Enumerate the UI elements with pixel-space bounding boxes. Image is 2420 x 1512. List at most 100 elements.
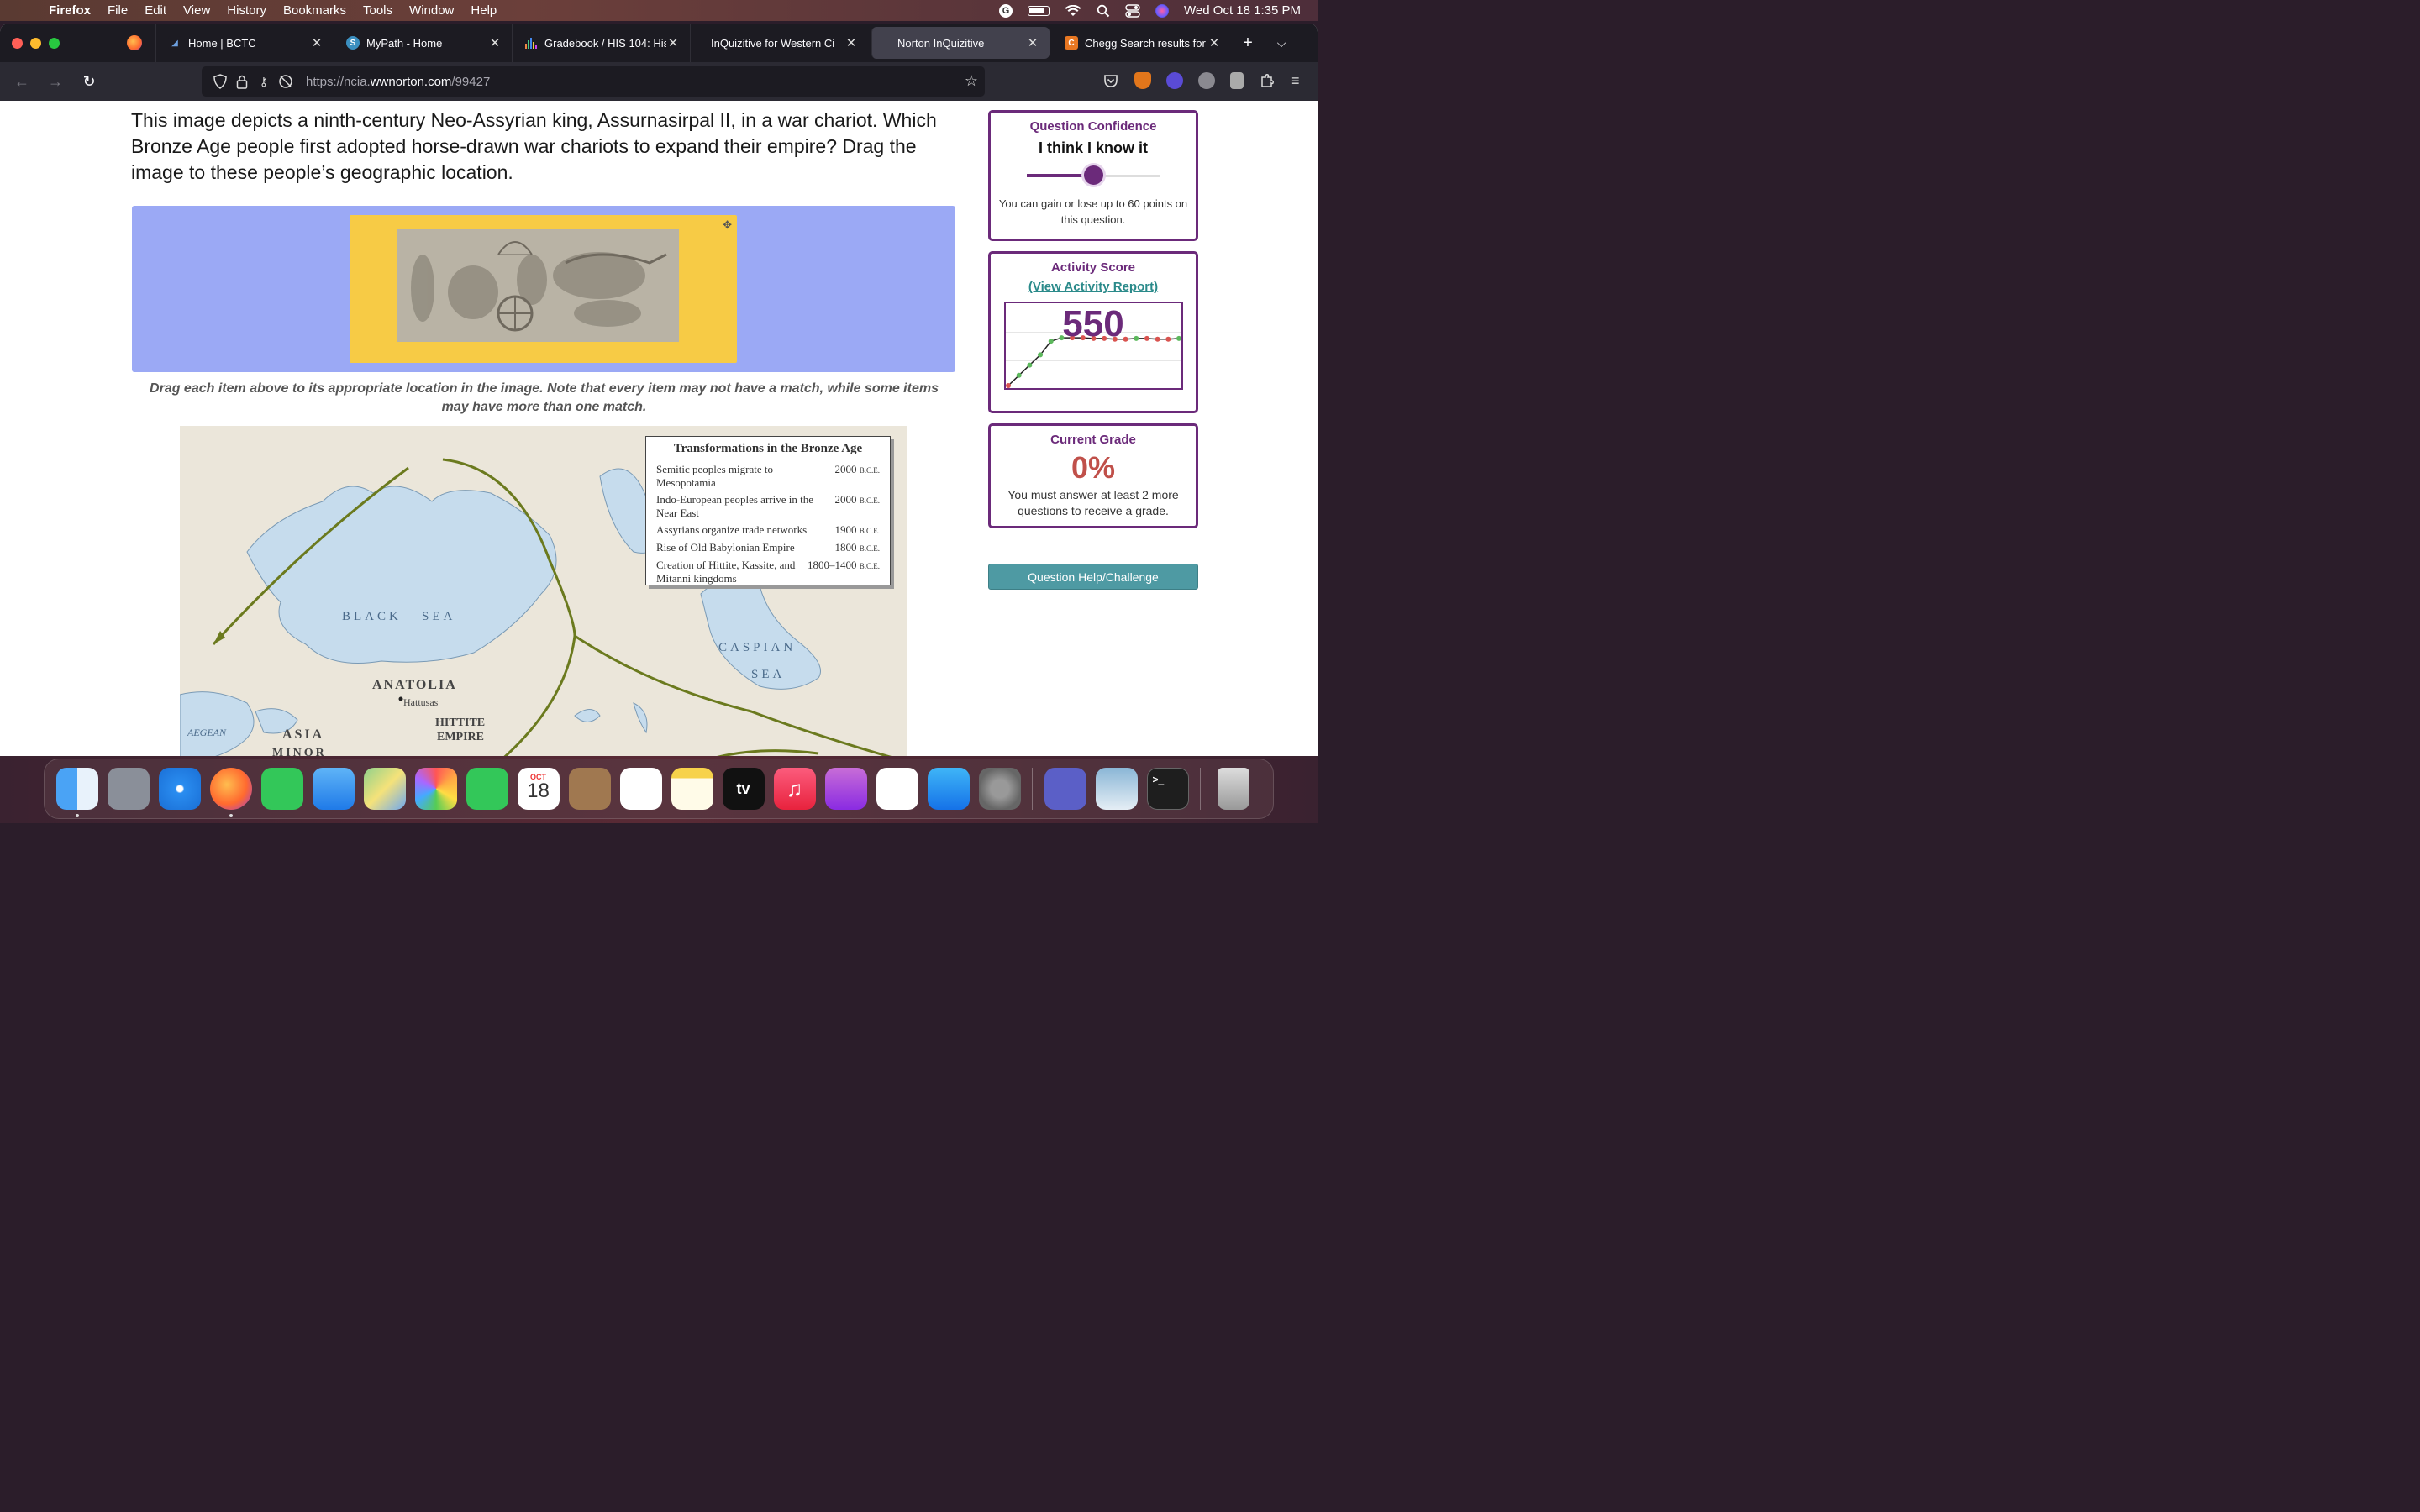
close-tab-icon[interactable]: ✕ (488, 35, 502, 50)
contacts-icon[interactable] (568, 768, 611, 810)
menu-edit[interactable]: Edit (145, 3, 166, 18)
timeline-year-value: 1800–1400 (807, 559, 857, 571)
minimize-window-button[interactable] (30, 37, 41, 49)
tab-gradebook[interactable]: Gradebook / HIS 104: Hist ✕ (512, 24, 690, 62)
tab-inquizitive-western-civ[interactable]: InQuizitive for Western Ci ✕ (690, 24, 868, 62)
finder-icon[interactable] (55, 768, 98, 817)
timeline-year-value: 1900 (834, 523, 857, 536)
menubar-clock[interactable]: Wed Oct 18 1:35 PM (1184, 3, 1301, 18)
menu-bookmarks[interactable]: Bookmarks (283, 3, 346, 18)
timeline-year: 2000 B.C.E. (834, 493, 880, 520)
bookmark-star-icon[interactable]: ☆ (965, 72, 978, 90)
permissions-key-icon[interactable]: ⚷ (254, 75, 274, 89)
microsoft-teams-icon[interactable] (1044, 768, 1086, 810)
draggable-chariot-image-card[interactable]: ✥ (350, 215, 737, 363)
view-activity-report-link[interactable]: (View Activity Report) (991, 280, 1196, 294)
grade-value: 0% (1071, 450, 1116, 485)
close-window-button[interactable] (12, 37, 23, 49)
list-all-tabs-icon[interactable]: ⌵ (1265, 36, 1298, 50)
menu-app-name[interactable]: Firefox (49, 3, 91, 18)
activity-score-panel: Activity Score (View Activity Report) 55… (988, 251, 1198, 413)
timeline-row: Assyrians organize trade networks 1900 B.… (656, 523, 880, 538)
hamburger-menu-icon[interactable]: ≡ (1291, 72, 1307, 89)
wifi-icon[interactable] (1065, 4, 1081, 17)
close-tab-icon[interactable]: ✕ (844, 35, 858, 50)
grammarly-icon[interactable]: G (999, 3, 1013, 18)
timeline-row: Semitic peoples migrate to Mesopotamia 20… (656, 463, 880, 490)
tab-home-bctc[interactable]: ◢ Home | BCTC ✕ (155, 24, 334, 62)
extension-badge-icon[interactable] (1230, 72, 1244, 89)
timeline-event: Creation of Hittite, Kassite, and Mitann… (656, 559, 796, 585)
activity-title: Activity Score (1050, 260, 1136, 275)
close-tab-icon[interactable]: ✕ (1026, 35, 1039, 50)
launchpad-icon[interactable] (107, 768, 150, 810)
back-icon[interactable]: ← (5, 73, 39, 91)
menu-help[interactable]: Help (471, 3, 497, 18)
timeline-year-value: 2000 (834, 493, 857, 506)
shield-icon[interactable] (210, 74, 230, 89)
safari-icon[interactable] (158, 768, 201, 810)
close-tab-icon[interactable]: ✕ (1207, 35, 1221, 50)
window-controls (12, 37, 60, 49)
question-help-challenge-button[interactable]: Question Help/Challenge (988, 564, 1198, 590)
menu-tools[interactable]: Tools (363, 3, 392, 18)
bctc-favicon-icon: ◢ (168, 36, 182, 50)
tab-norton-inquizitive[interactable]: Norton InQuizitive ✕ (871, 27, 1050, 59)
reminders-icon[interactable] (619, 768, 662, 810)
notes-icon[interactable] (671, 768, 713, 810)
metamask-fox-icon[interactable] (1134, 72, 1151, 89)
firefox-window: ◢ Home | BCTC ✕ S MyPath - Home ✕ Gradeb… (0, 24, 1318, 756)
close-tab-icon[interactable]: ✕ (310, 35, 324, 50)
siri-icon[interactable] (1155, 3, 1170, 18)
menu-window[interactable]: Window (409, 3, 454, 18)
tab-label: Norton InQuizitive (897, 36, 985, 50)
slider-thumb[interactable] (1083, 165, 1103, 185)
news-icon[interactable] (876, 768, 918, 810)
pocket-icon[interactable] (1102, 72, 1119, 89)
apple-tv-icon[interactable]: tv (722, 768, 765, 810)
url-bar[interactable]: ⚷ https://ncia.wwnorton.com/99427 ☆ (202, 66, 985, 97)
menu-history[interactable]: History (227, 3, 266, 18)
trash-icon[interactable] (1218, 768, 1249, 810)
battery-icon[interactable] (1028, 5, 1050, 16)
terminal-icon[interactable]: >_ (1146, 768, 1189, 810)
spotlight-search-icon[interactable] (1097, 4, 1110, 18)
tab-mypath-home[interactable]: S MyPath - Home ✕ (334, 24, 512, 62)
app-store-icon[interactable] (927, 768, 970, 810)
drop-target-map[interactable]: BLACK SEA CASPIAN SEA ANATOLIA Hattusas … (180, 426, 908, 756)
url-text[interactable]: https://ncia.wwnorton.com/99427 (306, 75, 490, 89)
extensions-puzzle-icon[interactable] (1259, 72, 1276, 89)
photos-icon[interactable] (414, 768, 457, 810)
preview-icon[interactable] (1095, 768, 1138, 810)
extension-face-icon[interactable] (1166, 72, 1183, 89)
tracking-protection-off-icon[interactable] (276, 74, 296, 89)
move-icon[interactable]: ✥ (723, 218, 732, 232)
score-history-point (1005, 383, 1011, 388)
confidence-slider[interactable] (1027, 163, 1160, 188)
calendar-icon[interactable]: OCT 18 (517, 768, 560, 810)
tab-label: InQuizitive for Western Ci (711, 36, 835, 50)
control-center-icon[interactable] (1125, 3, 1140, 18)
assyrian-chariot-relief-image[interactable] (397, 229, 679, 342)
system-settings-icon[interactable] (978, 768, 1021, 810)
firefox-view-icon[interactable] (127, 35, 142, 50)
music-icon[interactable]: ♫ (773, 768, 816, 810)
podcasts-icon[interactable] (824, 768, 867, 810)
timeline-year: 1900 B.C.E. (834, 523, 880, 538)
mail-icon[interactable] (312, 768, 355, 810)
firefox-dock-icon[interactable] (209, 768, 252, 817)
facetime-icon[interactable] (466, 768, 508, 810)
tab-chegg[interactable]: C Chegg Search results for ✕ (1053, 24, 1231, 62)
messages-icon[interactable] (260, 768, 303, 810)
maps-icon[interactable] (363, 768, 406, 810)
forward-icon[interactable]: → (39, 73, 72, 91)
new-tab-icon[interactable]: + (1231, 34, 1265, 53)
grammarly-extension-icon[interactable] (1198, 72, 1215, 89)
reload-icon[interactable]: ↻ (72, 73, 106, 91)
menu-file[interactable]: File (108, 3, 128, 18)
lock-icon[interactable] (232, 74, 252, 89)
url-prefix: https://ncia. (306, 74, 371, 89)
zoom-window-button[interactable] (49, 37, 60, 49)
close-tab-icon[interactable]: ✕ (666, 35, 680, 50)
menu-view[interactable]: View (183, 3, 210, 18)
